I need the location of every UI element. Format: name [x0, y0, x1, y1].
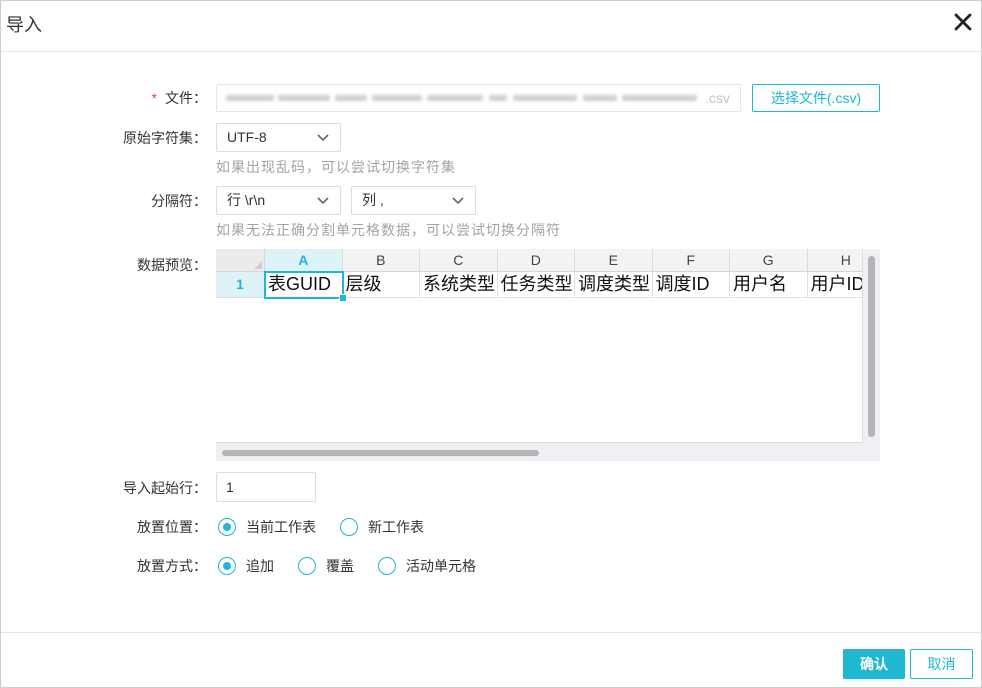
radio-new-sheet[interactable]: 新工作表 — [340, 517, 424, 537]
column-header-a[interactable]: A — [265, 249, 343, 272]
column-header-d[interactable]: D — [497, 249, 575, 272]
charset-select[interactable]: UTF-8 — [216, 123, 341, 152]
file-path-field[interactable]: .csv — [216, 84, 741, 112]
vertical-scrollbar[interactable] — [863, 249, 880, 443]
file-label: * 文件： — [0, 88, 207, 108]
horizontal-scrollbar[interactable] — [216, 443, 880, 461]
horizontal-scrollbar-thumb[interactable] — [222, 450, 539, 456]
cell-d1[interactable]: 任务类型 — [497, 272, 575, 298]
file-path-suffix: .csv — [705, 90, 730, 106]
radio-overwrite[interactable]: 覆盖 — [298, 556, 354, 576]
radio-button-icon[interactable] — [218, 518, 236, 536]
method-label: 放置方式： — [137, 558, 207, 574]
cancel-button[interactable]: 取消 — [910, 649, 973, 679]
placement-radio-group: 当前工作表 新工作表 — [218, 517, 448, 537]
confirm-button[interactable]: 确认 — [843, 649, 905, 679]
select-all-triangle-icon — [254, 261, 262, 269]
row-separator-select[interactable]: 行 \r\n — [216, 186, 341, 215]
column-header-c[interactable]: C — [420, 249, 498, 272]
radio-append[interactable]: 追加 — [218, 556, 274, 576]
radio-label: 当前工作表 — [246, 519, 316, 535]
cell-f1[interactable]: 调度ID — [652, 272, 730, 298]
cell-c1[interactable]: 系统类型 — [420, 272, 498, 298]
charset-label: 原始字符集： — [123, 130, 207, 146]
grid-corner[interactable] — [216, 249, 265, 272]
column-header-e[interactable]: E — [575, 249, 653, 272]
separator-hint: 如果无法正确分割单元格数据，可以尝试切换分隔符 — [216, 222, 561, 238]
charset-selected-value: UTF-8 — [227, 129, 267, 145]
data-preview[interactable]: A B C D E F G H 1 表GUID 层级 系统类型 任务类型 调度类… — [216, 249, 880, 461]
radio-label: 覆盖 — [326, 558, 354, 574]
start-row-input[interactable] — [216, 472, 316, 502]
column-header-g[interactable]: G — [730, 249, 808, 272]
fill-handle[interactable] — [338, 294, 347, 302]
column-header-f[interactable]: F — [652, 249, 730, 272]
separator-label: 分隔符： — [151, 193, 207, 209]
column-header-b[interactable]: B — [342, 249, 420, 272]
column-header-h[interactable]: H — [807, 249, 862, 272]
vertical-scrollbar-thumb[interactable] — [868, 256, 875, 437]
cell-b1[interactable]: 层级 — [342, 272, 420, 298]
method-radio-group: 追加 覆盖 活动单元格 — [218, 556, 500, 576]
import-dialog: 导入 * 文件： .csv 选择文件(.csv) 原始字符集： UTF-8 如果… — [0, 0, 982, 688]
footer-divider — [0, 632, 982, 633]
chevron-down-icon — [317, 134, 329, 142]
radio-label: 活动单元格 — [406, 558, 476, 574]
cell-h1[interactable]: 用户ID — [807, 272, 862, 298]
radio-button-icon[interactable] — [218, 557, 236, 575]
row-header-1[interactable]: 1 — [216, 272, 265, 298]
charset-hint: 如果出现乱码，可以尝试切换字符集 — [216, 159, 456, 175]
dialog-title: 导入 — [6, 15, 42, 35]
cell-a1[interactable]: 表GUID — [265, 272, 343, 298]
preview-label: 数据预览： — [137, 257, 207, 273]
radio-active-cell[interactable]: 活动单元格 — [378, 556, 476, 576]
radio-button-icon[interactable] — [378, 557, 396, 575]
file-label-text: 文件： — [165, 90, 207, 106]
cell-g1[interactable]: 用户名 — [730, 272, 808, 298]
start-row-label: 导入起始行： — [123, 480, 207, 496]
preview-grid: A B C D E F G H 1 表GUID 层级 系统类型 任务类型 调度类… — [216, 249, 863, 443]
cell-e1[interactable]: 调度类型 — [575, 272, 653, 298]
dialog-header: 导入 — [0, 0, 982, 52]
choose-file-button[interactable]: 选择文件(.csv) — [752, 84, 880, 112]
chevron-down-icon — [452, 197, 464, 205]
close-button[interactable] — [953, 12, 973, 32]
row-separator-value: 行 \r\n — [227, 192, 266, 208]
close-icon — [954, 13, 972, 31]
radio-button-icon[interactable] — [340, 518, 358, 536]
column-separator-value: 列 , — [362, 192, 384, 208]
redacted-file-path — [217, 85, 697, 111]
placement-label: 放置位置： — [137, 519, 207, 535]
column-separator-select[interactable]: 列 , — [351, 186, 476, 215]
radio-label: 新工作表 — [368, 519, 424, 535]
radio-button-icon[interactable] — [298, 557, 316, 575]
required-mark: * — [151, 90, 157, 106]
chevron-down-icon — [317, 197, 329, 205]
radio-label: 追加 — [246, 558, 274, 574]
radio-current-sheet[interactable]: 当前工作表 — [218, 517, 316, 537]
